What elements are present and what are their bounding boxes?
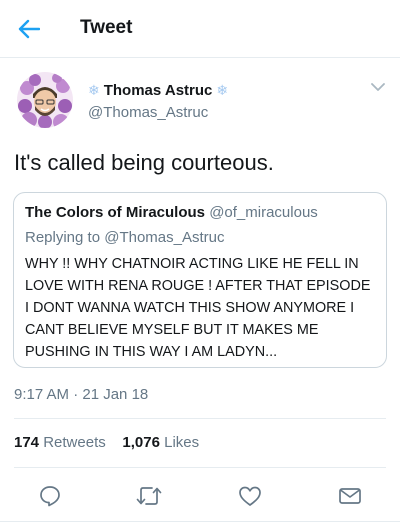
author-name[interactable]: Thomas Astruc <box>104 82 213 99</box>
likes-count: 1,076 <box>122 434 160 451</box>
likes-stat[interactable]: 1,076 Likes <box>122 434 199 451</box>
quoted-header: The Colors of Miraculous @of_miraculous <box>25 204 318 221</box>
reply-icon[interactable] <box>36 482 64 510</box>
quoted-reply-line: Replying to @Thomas_Astruc <box>25 229 224 246</box>
engagement-stats: 174 Retweets 1,076 Likes <box>14 434 199 451</box>
quoted-text: WHY !! WHY CHATNOIR ACTING LIKE HE FELL … <box>25 256 371 360</box>
reply-prefix: Replying to <box>25 229 101 246</box>
snowflake-icon: ❄ <box>88 82 100 98</box>
retweets-count: 174 <box>14 434 40 451</box>
top-bar: Tweet <box>0 0 400 58</box>
action-bar <box>0 478 400 514</box>
avatar[interactable] <box>17 72 73 128</box>
divider <box>14 418 386 419</box>
quoted-author-name: The Colors of Miraculous <box>25 204 206 221</box>
retweet-icon[interactable] <box>135 482 163 510</box>
quoted-tweet[interactable]: The Colors of Miraculous @of_miraculous … <box>13 192 387 368</box>
chevron-down-icon[interactable] <box>370 80 388 94</box>
page-title: Tweet <box>80 17 133 38</box>
divider <box>0 521 400 522</box>
tweet-text: It's called being courteous. <box>14 150 274 175</box>
like-icon[interactable] <box>236 482 264 510</box>
likes-label: Likes <box>164 434 200 451</box>
tweet-timestamp: 9:17 AM · 21 Jan 18 <box>14 386 149 403</box>
reply-target[interactable]: @Thomas_Astruc <box>104 229 224 246</box>
quoted-author-handle: @of_miraculous <box>209 204 318 221</box>
share-icon[interactable] <box>336 482 364 510</box>
author-name-row[interactable]: ❄ Thomas Astruc ❄ <box>88 82 228 99</box>
author-handle[interactable]: @Thomas_Astruc <box>88 104 208 121</box>
retweets-label: Retweets <box>43 434 106 451</box>
snowflake-icon: ❄ <box>216 82 229 98</box>
divider <box>14 467 386 468</box>
back-arrow-icon[interactable] <box>16 16 42 42</box>
retweets-stat[interactable]: 174 Retweets <box>14 434 106 451</box>
